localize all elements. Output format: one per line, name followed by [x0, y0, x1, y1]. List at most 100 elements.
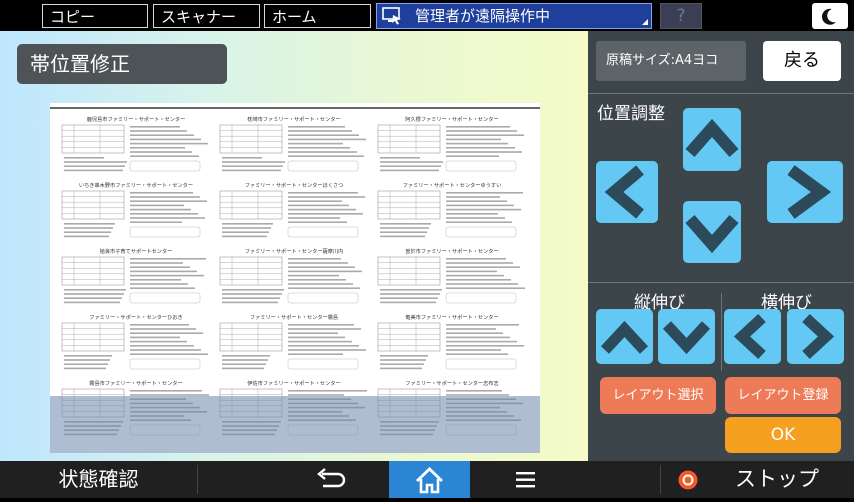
text-line	[130, 332, 203, 334]
text-line	[130, 345, 194, 347]
text-line	[380, 169, 439, 172]
divider	[588, 93, 854, 94]
text-line	[288, 155, 364, 157]
energy-saver-button[interactable]	[812, 3, 848, 29]
text-line	[64, 227, 113, 229]
tab-home[interactable]: ホーム	[264, 4, 371, 28]
text-line	[380, 297, 438, 299]
tab-copy[interactable]: コピー	[42, 4, 148, 28]
text-line	[64, 223, 115, 225]
layout-register-button[interactable]: レイアウト登録	[725, 377, 841, 414]
text-line	[288, 279, 346, 281]
text-line	[222, 165, 283, 167]
remote-operation-status[interactable]: 管理者が遠隔操作中	[376, 3, 652, 29]
section-title: 霧島市ファミリー・サポート・センター	[89, 379, 182, 387]
text-line	[130, 266, 190, 268]
move-down-button[interactable]	[683, 201, 741, 263]
band-position-overlay[interactable]	[50, 396, 540, 453]
moon-icon	[821, 8, 836, 25]
text-line	[446, 390, 502, 392]
arrow-down-icon	[685, 215, 739, 254]
text-line	[130, 390, 202, 392]
menu-icon	[516, 472, 535, 488]
horizontal-stretch-left-button[interactable]	[724, 309, 781, 364]
text-line	[380, 235, 425, 238]
text-line	[446, 345, 524, 347]
arrow-left-icon	[604, 165, 644, 219]
main-content: 帯位置修正 鹿児島市ファミリー・サポート・センター いちき串木野市ファミリー・サポ…	[0, 31, 588, 461]
text-line	[130, 130, 187, 132]
return-arrow-icon	[317, 468, 346, 488]
text-line	[222, 223, 273, 225]
horizontal-stretch-right-button[interactable]	[787, 309, 844, 364]
divider	[721, 293, 722, 371]
vertical-stretch-down-button[interactable]	[658, 309, 715, 364]
section-title: 枕崎市ファミリー・サポート・センター	[247, 115, 340, 123]
text-line	[288, 221, 347, 223]
text-line	[222, 355, 270, 357]
text-line	[288, 151, 357, 153]
text-line	[130, 324, 189, 326]
section-title: ファミリー・サポート・センター霧島	[250, 313, 338, 321]
text-line	[130, 213, 198, 215]
text-line	[288, 328, 361, 330]
text-line	[288, 258, 341, 260]
resize-corner-icon	[642, 19, 648, 25]
text-line	[380, 161, 443, 163]
text-line	[446, 204, 514, 207]
text-line	[130, 142, 208, 145]
arrow-up-icon	[600, 320, 649, 354]
text-line	[130, 126, 180, 128]
back-button[interactable]: 戻る	[763, 41, 841, 81]
document-preview: 鹿児島市ファミリー・サポート・センター いちき串木野市ファミリー・サポート・センタ…	[50, 103, 540, 453]
status-check-button[interactable]: 状態確認	[0, 461, 197, 498]
text-line	[446, 283, 518, 285]
move-right-button[interactable]	[767, 161, 843, 223]
text-line	[64, 169, 123, 172]
document-size-display: 原稿サイズ:A4ヨコ	[596, 41, 746, 81]
text-line	[130, 134, 194, 136]
text-line	[130, 151, 192, 153]
text-line	[64, 301, 120, 304]
text-line	[288, 217, 340, 219]
text-line	[380, 363, 424, 365]
text-line	[446, 192, 523, 194]
page-title: 帯位置修正	[17, 44, 227, 84]
text-line	[130, 279, 181, 281]
section-title: 姶良市子育てサポートセンター	[100, 247, 173, 255]
text-line	[288, 204, 349, 207]
home-nav-button[interactable]	[389, 461, 470, 498]
text-line	[446, 340, 517, 343]
help-button[interactable]: ?	[660, 3, 702, 29]
text-line	[64, 363, 108, 365]
back-nav-button[interactable]	[305, 461, 355, 498]
text-line	[130, 208, 191, 211]
stop-button[interactable]: ストップ	[660, 461, 854, 498]
text-line	[130, 258, 206, 260]
section-title: 鹿児島市ファミリー・サポート・センター	[87, 115, 186, 123]
text-line	[446, 266, 520, 268]
move-left-button[interactable]	[596, 161, 658, 223]
move-up-button[interactable]	[683, 108, 741, 171]
text-line	[288, 138, 366, 141]
text-line	[130, 200, 207, 202]
text-line	[130, 221, 182, 223]
text-line	[222, 157, 262, 159]
layout-select-button[interactable]: レイアウト選択	[600, 377, 716, 414]
section-title: いちき串木野市ファミリー・サポート・センター	[79, 181, 193, 189]
text-line	[64, 289, 126, 291]
text-line	[446, 142, 508, 145]
text-line	[446, 221, 512, 223]
tab-scanner[interactable]: スキャナー	[153, 4, 260, 28]
ok-button[interactable]: OK	[725, 417, 841, 453]
text-line	[380, 293, 440, 295]
text-line	[130, 217, 205, 219]
text-line	[288, 130, 352, 132]
text-line	[446, 258, 506, 260]
text-line	[130, 353, 208, 355]
text-line	[446, 130, 517, 132]
vertical-stretch-up-button[interactable]	[596, 309, 653, 364]
text-line	[222, 297, 280, 299]
menu-nav-button[interactable]	[505, 461, 545, 498]
text-line	[288, 213, 363, 215]
